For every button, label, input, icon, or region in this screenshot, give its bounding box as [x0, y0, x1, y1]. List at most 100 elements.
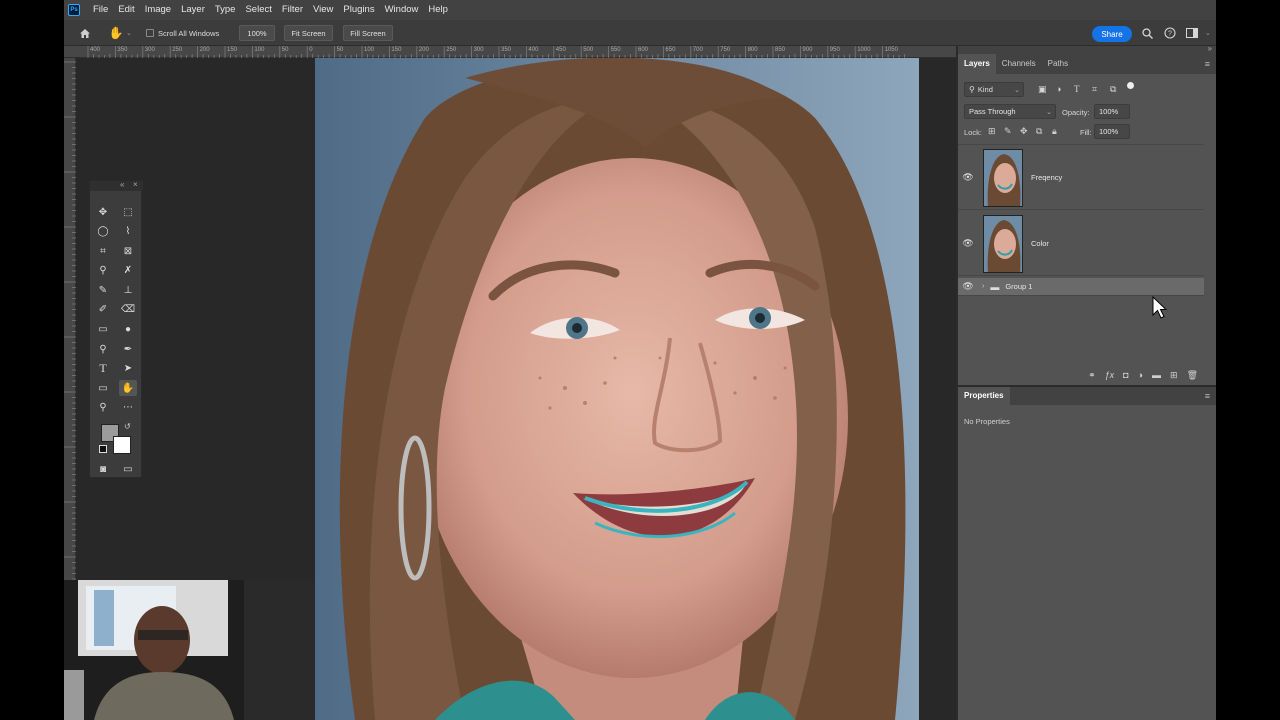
zoom-tool-icon[interactable]: ⚲	[94, 399, 112, 415]
tab-properties[interactable]: Properties	[958, 387, 1010, 405]
menu-file[interactable]: File	[88, 0, 113, 20]
share-button[interactable]: Share	[1092, 26, 1132, 42]
marquee-tool-icon[interactable]: ⬚	[119, 204, 137, 220]
rectangle-tool-icon[interactable]: ▭	[94, 380, 112, 396]
ruler-label: 50	[281, 47, 289, 53]
lock-position-icon[interactable]: ✥	[1020, 126, 1028, 137]
properties-menu-icon[interactable]: ≡	[1205, 391, 1210, 401]
blend-chevron-icon: ⌄	[1046, 108, 1052, 116]
quick-mask-icon[interactable]: ◙	[94, 461, 112, 477]
fill-screen-button[interactable]: Fill Screen	[343, 25, 393, 41]
hand-tool-preset-icon[interactable]: ✋	[108, 25, 124, 41]
filter-shape-icon[interactable]: ⌗	[1092, 84, 1097, 95]
background-color-swatch[interactable]	[113, 436, 131, 454]
menu-image[interactable]: Image	[140, 0, 176, 20]
opacity-input[interactable]: 100%	[1094, 104, 1130, 119]
menu-edit[interactable]: Edit	[113, 0, 139, 20]
layer-filter-dropdown[interactable]: ⚲ Kind ⌄	[964, 82, 1024, 97]
preset-dropdown-chevron-icon[interactable]: ⌄	[126, 29, 132, 37]
ruler-label: 300	[144, 47, 155, 53]
opacity-label: Opacity:	[1062, 108, 1090, 117]
visibility-eye-icon[interactable]: 👁︎	[958, 238, 978, 249]
move-tool-icon[interactable]: ✥	[94, 204, 112, 220]
group-expand-chevron-icon[interactable]: ›	[982, 283, 984, 290]
clone-stamp-tool-icon[interactable]: ⊥	[119, 282, 137, 298]
layer-row-freqency[interactable]: 👁︎ Freqency	[958, 146, 1204, 210]
workspace-icon[interactable]	[1184, 25, 1200, 41]
default-colors-icon[interactable]	[99, 445, 107, 453]
tab-channels[interactable]: Channels	[996, 54, 1042, 74]
search-icon[interactable]	[1139, 25, 1155, 41]
collapse-panels-icon[interactable]: »	[1208, 44, 1212, 53]
link-layers-icon[interactable]: ⚭	[1088, 370, 1096, 381]
document-photo[interactable]	[315, 58, 919, 720]
menu-help[interactable]: Help	[423, 0, 453, 20]
scroll-all-windows-label: Scroll All Windows	[158, 29, 220, 38]
layer-name[interactable]: Color	[1031, 239, 1049, 248]
visibility-eye-icon[interactable]: 👁︎	[958, 281, 978, 292]
eyedropper-tool-icon[interactable]: ⚲	[94, 262, 112, 278]
menu-view[interactable]: View	[308, 0, 338, 20]
delete-layer-icon[interactable]: 🗑︎	[1187, 370, 1198, 381]
quick-selection-tool-icon[interactable]: ⌇	[119, 223, 137, 239]
swap-colors-icon[interactable]: ↺	[124, 422, 131, 431]
menu-type[interactable]: Type	[210, 0, 241, 20]
menu-plugins[interactable]: Plugins	[338, 0, 379, 20]
filter-smart-object-icon[interactable]: ⧉	[1110, 84, 1116, 95]
gradient-tool-icon[interactable]: ▭	[94, 321, 112, 337]
home-icon[interactable]	[77, 25, 93, 41]
filter-adjustment-icon[interactable]: ◑	[1056, 84, 1061, 94]
menu-filter[interactable]: Filter	[277, 0, 308, 20]
panel-menu-icon[interactable]: ≡	[1205, 59, 1210, 69]
tab-paths[interactable]: Paths	[1042, 54, 1074, 74]
type-tool-icon[interactable]: T	[94, 360, 112, 376]
adjustment-layer-icon[interactable]: ◑	[1138, 370, 1143, 380]
menu-layer[interactable]: Layer	[176, 0, 210, 20]
layer-name[interactable]: Group 1	[1005, 282, 1032, 291]
path-selection-tool-icon[interactable]: ➤	[119, 360, 137, 376]
lock-transparent-icon[interactable]: ⊞	[988, 126, 996, 137]
fill-input[interactable]: 100%	[1094, 124, 1130, 139]
help-icon[interactable]: ?	[1162, 25, 1178, 41]
layer-row-color[interactable]: 👁︎ Color	[958, 212, 1204, 276]
filter-type-icon[interactable]: T	[1074, 84, 1080, 94]
brush-tool-icon[interactable]: ✎	[94, 282, 112, 298]
screen-mode-icon[interactable]: ▭	[119, 461, 137, 477]
menu-window[interactable]: Window	[380, 0, 424, 20]
history-brush-tool-icon[interactable]: ✐	[94, 301, 112, 317]
layer-name[interactable]: Freqency	[1031, 173, 1062, 182]
scroll-all-windows-checkbox[interactable]	[146, 29, 154, 37]
visibility-eye-icon[interactable]: 👁︎	[958, 172, 978, 183]
ruler-label: 1000	[857, 47, 871, 53]
zoom-100-button[interactable]: 100%	[239, 25, 275, 41]
close-toolbar-icon[interactable]: ×	[133, 180, 138, 189]
layer-style-fx-icon[interactable]: ƒx	[1105, 370, 1115, 380]
menu-select[interactable]: Select	[240, 0, 276, 20]
more-tools-icon[interactable]: ⋯	[119, 399, 137, 415]
frame-tool-icon[interactable]: ⊠	[119, 243, 137, 259]
lock-all-icon[interactable]: 🔒︎	[1052, 126, 1057, 137]
fit-screen-button[interactable]: Fit Screen	[284, 25, 333, 41]
blend-mode-dropdown[interactable]: Pass Through ⌄	[964, 104, 1056, 119]
lock-image-icon[interactable]: ✎	[1004, 126, 1012, 137]
blur-tool-icon[interactable]: ●	[119, 321, 137, 337]
dodge-tool-icon[interactable]: ⚲	[94, 341, 112, 357]
filter-toggle-icon[interactable]	[1127, 82, 1134, 89]
filter-pixel-icon[interactable]: ▣	[1038, 84, 1047, 95]
lock-artboard-icon[interactable]: ⧉	[1036, 126, 1042, 137]
layer-row-group-1[interactable]: 👁︎ › ▬ Group 1	[958, 278, 1204, 296]
healing-brush-tool-icon[interactable]: ✗	[119, 262, 137, 278]
pen-tool-icon[interactable]: ✒	[119, 341, 137, 357]
add-mask-icon[interactable]: ◘	[1123, 370, 1128, 380]
workspace-chevron-icon[interactable]: ⌄	[1205, 29, 1211, 37]
crop-tool-icon[interactable]: ⌗	[94, 243, 112, 259]
new-group-icon[interactable]: ▬	[1152, 370, 1161, 380]
eraser-tool-icon[interactable]: ⌫	[119, 301, 137, 317]
ruler-horizontal[interactable]: 400 350 300 250 200 150 100 50 0 50 100 150 200 250 30…	[64, 46, 956, 58]
tab-layers[interactable]: Layers	[958, 54, 996, 74]
collapse-toolbar-icon[interactable]: «	[120, 180, 124, 189]
new-layer-icon[interactable]: ⊞	[1170, 370, 1178, 381]
webcam-overlay	[64, 580, 314, 720]
lasso-tool-icon[interactable]: ◯	[94, 223, 112, 239]
hand-tool-icon[interactable]: ✋	[119, 380, 137, 396]
